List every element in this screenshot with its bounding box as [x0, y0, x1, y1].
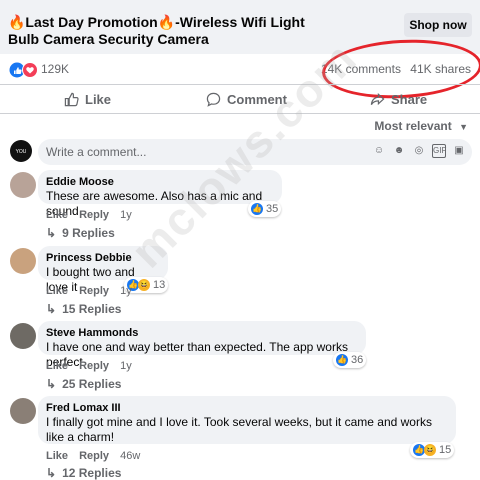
comment-reply-link[interactable]: Reply	[79, 360, 109, 372]
comment-like-link[interactable]: Like	[46, 209, 68, 221]
share-action-button[interactable]: Share	[370, 86, 427, 112]
chevron-down-icon: ▼	[459, 122, 468, 132]
comment-author[interactable]: Fred Lomax III	[46, 401, 448, 415]
comment-author[interactable]: Princess Debbie	[46, 251, 160, 265]
comment-timestamp[interactable]: 1y	[120, 285, 132, 297]
avatar[interactable]	[10, 248, 36, 274]
divider	[0, 113, 480, 114]
view-replies-button[interactable]: ↳ 9 Replies	[46, 226, 115, 240]
sticker-face-icon[interactable]: ☺	[372, 144, 386, 158]
comment-action-button[interactable]: Comment	[206, 86, 287, 112]
like-action-button[interactable]: Like	[64, 86, 111, 112]
reaction-icons	[9, 62, 38, 78]
like-reaction-icon: 👍	[336, 354, 348, 366]
comment-timestamp[interactable]: 46w	[120, 450, 140, 462]
comment-bubble: Eddie Moose These are awesome. Also has …	[38, 170, 282, 218]
reaction-count: 35	[266, 203, 279, 215]
svg-text:YOU: YOU	[16, 149, 27, 155]
replies-count: 9 Replies	[62, 226, 115, 240]
reply-arrow-icon: ↳	[46, 302, 57, 316]
replies-count: 12 Replies	[62, 466, 122, 480]
sort-label: Most relevant	[374, 119, 452, 133]
comment-bubble: Fred Lomax III I finally got mine and I …	[38, 396, 456, 444]
reply-arrow-icon: ↳	[46, 377, 57, 391]
comment-composer[interactable]: Write a comment... ☺ ☻ ◎ GIF ▣	[38, 139, 472, 165]
reaction-count: 15	[439, 444, 452, 456]
comment-timestamp[interactable]: 1y	[120, 360, 132, 372]
haha-reaction-icon: 😆	[138, 279, 150, 291]
share-action-label: Share	[391, 91, 428, 107]
comment-bubble: Steve Hammonds I have one and way better…	[38, 321, 366, 369]
comment-reply-link[interactable]: Reply	[79, 450, 109, 462]
comment-meta: Like Reply 1y	[46, 285, 132, 297]
comment-action-label: Comment	[227, 91, 287, 107]
share-arrow-icon	[370, 92, 385, 105]
reaction-count: 36	[351, 354, 364, 366]
comment-meta: Like Reply 46w	[46, 450, 140, 462]
comment-sort-dropdown[interactable]: Most relevant ▼	[374, 119, 468, 133]
replies-count: 25 Replies	[62, 377, 122, 391]
composer-tools: ☺ ☻ ◎ GIF ▣	[372, 144, 466, 158]
reply-arrow-icon: ↳	[46, 466, 57, 480]
comment-reply-link[interactable]: Reply	[79, 285, 109, 297]
current-user-avatar: YOU	[10, 140, 32, 162]
shop-now-button[interactable]: Shop now	[404, 13, 472, 37]
comment-like-link[interactable]: Like	[46, 360, 68, 372]
view-replies-button[interactable]: ↳ 25 Replies	[46, 377, 121, 391]
post-actions: Like Comment Share	[0, 86, 480, 112]
comment-reply-link[interactable]: Reply	[79, 209, 109, 221]
avatar[interactable]	[10, 398, 36, 424]
divider	[0, 84, 480, 85]
thumbs-up-icon	[64, 92, 79, 106]
like-reaction-icon: 👍	[251, 203, 263, 215]
like-action-label: Like	[85, 91, 112, 107]
sticker-icon[interactable]: ▣	[452, 144, 466, 158]
comment-reactions[interactable]: 👍 😆 15	[410, 442, 455, 458]
post-title: 🔥Last Day Promotion🔥-Wireless Wifi Light…	[8, 14, 305, 47]
comment-reactions[interactable]: 👍 35	[248, 201, 282, 217]
comment-like-link[interactable]: Like	[46, 450, 68, 462]
comment-reactions[interactable]: 👍 36	[333, 352, 367, 368]
avatar[interactable]	[10, 172, 36, 198]
view-replies-button[interactable]: ↳ 15 Replies	[46, 302, 121, 316]
comment-timestamp[interactable]: 1y	[120, 209, 132, 221]
comment-bubble-icon	[206, 92, 221, 107]
comment-input-placeholder: Write a comment...	[46, 145, 147, 159]
comment-author[interactable]: Eddie Moose	[46, 175, 274, 189]
avatar[interactable]	[10, 323, 36, 349]
replies-count: 15 Replies	[62, 302, 122, 316]
comment-meta: Like Reply 1y	[46, 209, 132, 221]
camera-icon[interactable]: ◎	[412, 144, 426, 158]
reaction-count[interactable]: 129K	[41, 62, 69, 76]
reply-arrow-icon: ↳	[46, 226, 57, 240]
reaction-count: 13	[153, 279, 166, 291]
comment-meta: Like Reply 1y	[46, 360, 132, 372]
comment-bubble: Princess Debbie I bought two and love it	[38, 246, 168, 294]
comment-author[interactable]: Steve Hammonds	[46, 326, 358, 340]
emoji-icon[interactable]: ☻	[392, 144, 406, 158]
haha-reaction-icon: 😆	[424, 444, 436, 456]
comment-text: I finally got mine and I love it. Took s…	[46, 415, 432, 444]
view-replies-button[interactable]: ↳ 12 Replies	[46, 466, 121, 480]
gif-icon[interactable]: GIF	[432, 144, 446, 158]
comment-like-link[interactable]: Like	[46, 285, 68, 297]
